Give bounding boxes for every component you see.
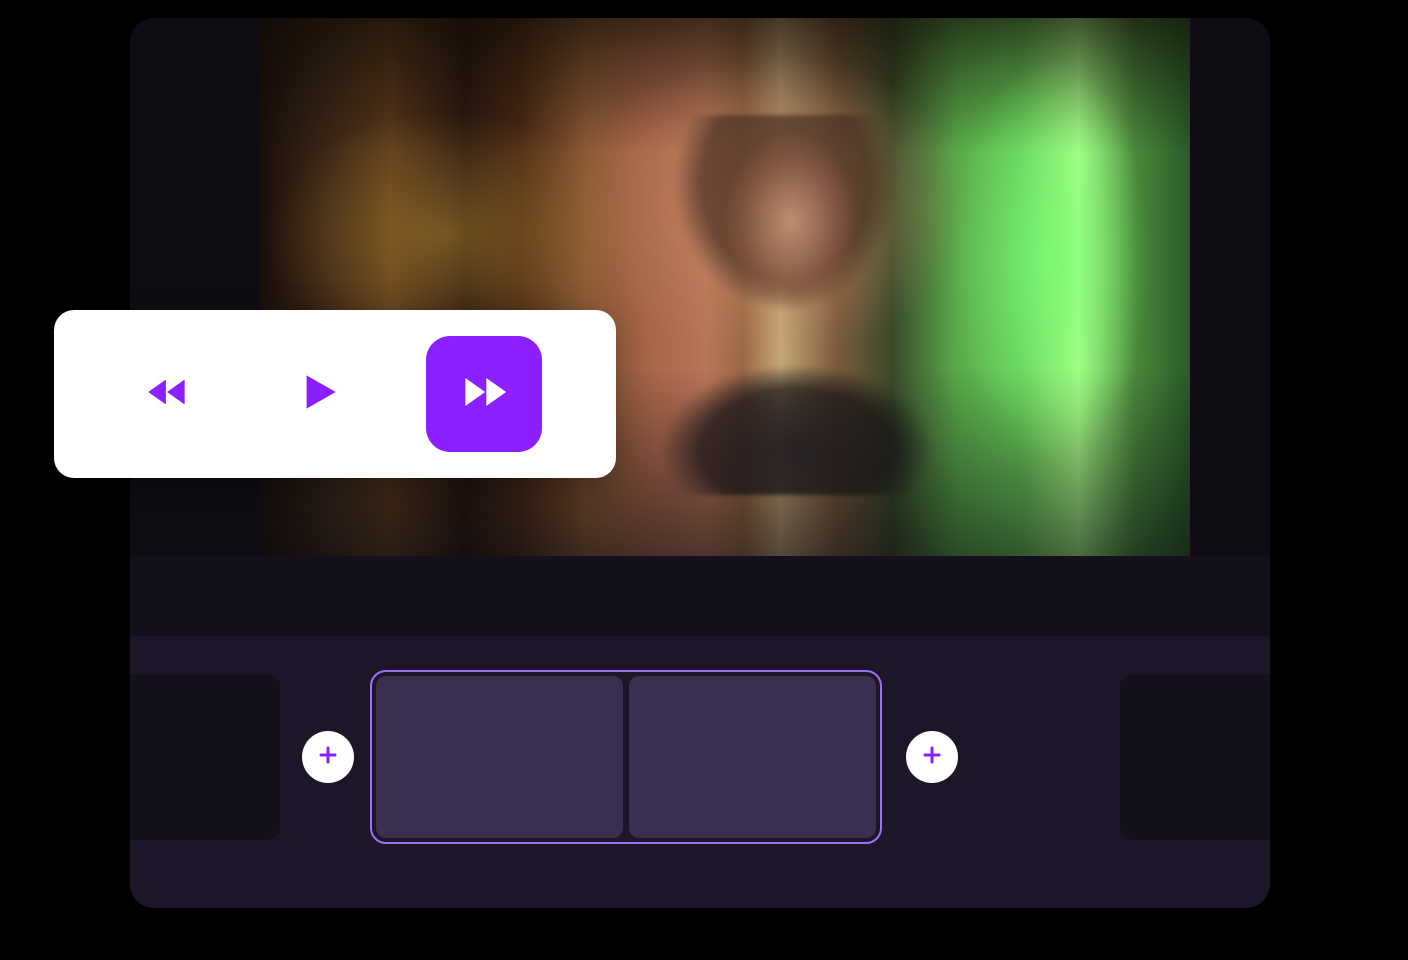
timeline-frame[interactable] — [376, 676, 623, 838]
fast-forward-button[interactable] — [426, 336, 542, 452]
playback-controls-panel — [54, 310, 616, 478]
fast-forward-icon — [456, 364, 512, 425]
timeline-clip-adjacent-left[interactable] — [130, 674, 280, 840]
control-strip — [130, 556, 1270, 636]
timeline-area — [130, 636, 1270, 908]
add-clip-after-button[interactable] — [906, 731, 958, 783]
play-button[interactable] — [277, 354, 357, 434]
rewind-icon — [143, 367, 193, 422]
rewind-button[interactable] — [128, 354, 208, 434]
add-clip-before-button[interactable] — [302, 731, 354, 783]
timeline-selected-clip[interactable] — [370, 670, 882, 844]
plus-icon — [920, 743, 944, 772]
play-icon — [292, 367, 342, 422]
plus-icon — [316, 743, 340, 772]
timeline-frame[interactable] — [629, 676, 876, 838]
timeline-clip-adjacent-right[interactable] — [1120, 674, 1270, 840]
